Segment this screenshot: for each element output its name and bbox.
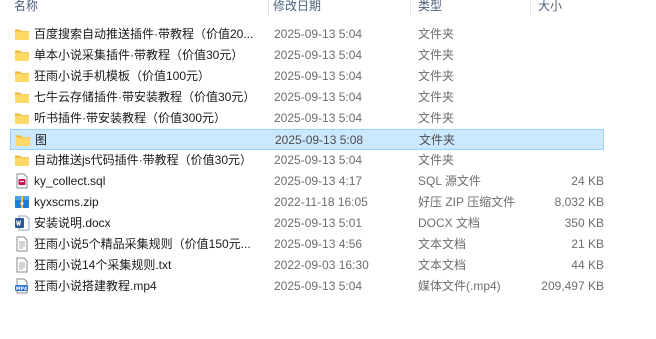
file-name: 安装说明.docx [34, 216, 111, 230]
file-name: 七牛云存储插件·带安装教程（价值30元） [34, 90, 256, 104]
folder-icon [14, 47, 30, 63]
file-row[interactable]: 安装说明.docx 2025-09-13 5:01 DOCX 文档 350 KB [10, 213, 604, 234]
column-header-bar: 名称 修改日期 类型 大小 [0, 0, 656, 16]
folder-icon [14, 110, 30, 126]
file-modified-date: 2022-11-18 16:05 [274, 195, 368, 209]
file-name: 单本小说采集插件·带教程（价值30元） [34, 48, 244, 62]
file-modified-date: 2025-09-13 5:08 [275, 133, 364, 147]
file-name: 图 [35, 133, 48, 147]
file-size [520, 24, 604, 45]
file-size [520, 87, 604, 108]
file-size: 24 KB [571, 174, 604, 188]
file-modified-date: 2025-09-13 4:56 [274, 237, 363, 251]
file-name: ky_collect.sql [34, 174, 106, 188]
file-size [520, 66, 604, 87]
sql-file-icon [14, 173, 30, 189]
file-row[interactable]: 图 2025-09-13 5:08 文件夹 [10, 129, 604, 150]
file-name: 自动推送js代码插件·带教程（价值30元） [34, 153, 253, 167]
file-row[interactable]: ky_collect.sql 2025-09-13 4:17 SQL 源文件 24 K… [10, 171, 604, 192]
file-size: 350 KB [564, 216, 604, 230]
file-modified-date: 2025-09-13 5:04 [274, 90, 363, 104]
file-size: 21 KB [571, 237, 604, 251]
folder-icon [14, 89, 30, 105]
file-row[interactable]: kyxscms.zip 2022-11-18 16:05 好压 ZIP 压缩文件 8,… [10, 192, 604, 213]
file-name: 听书插件·带安装教程（价值300元） [34, 111, 227, 125]
file-modified-date: 2025-09-13 5:04 [274, 69, 363, 83]
mp4-video-icon: MP4 [14, 278, 30, 294]
file-row[interactable]: 七牛云存储插件·带安装教程（价值30元） 2025-09-13 5:04 文件夹 [10, 87, 604, 108]
zip-archive-icon [14, 194, 30, 210]
file-modified-date: 2025-09-13 5:01 [274, 216, 363, 230]
file-modified-date: 2025-09-13 5:04 [274, 27, 363, 41]
folder-icon [15, 132, 31, 148]
file-row[interactable]: 自动推送js代码插件·带教程（价值30元） 2025-09-13 5:04 文件夹 [10, 150, 604, 171]
column-header-date[interactable]: 修改日期 [273, 0, 321, 15]
text-file-icon [14, 236, 30, 252]
column-divider[interactable] [410, 0, 411, 16]
file-row[interactable]: 百度搜索自动推送插件·带教程（价值20... 2025-09-13 5:04 文件夹 [10, 24, 604, 45]
file-row[interactable]: 狂雨小说手机模板（价值100元） 2025-09-13 5:04 文件夹 [10, 66, 604, 87]
folder-icon [14, 152, 30, 168]
column-divider[interactable] [530, 0, 531, 16]
file-modified-date: 2025-09-13 5:04 [274, 279, 363, 293]
file-name: 狂雨小说5个精品采集规则（价值150元... [34, 237, 251, 251]
file-size [521, 130, 605, 151]
column-divider[interactable] [268, 0, 269, 16]
text-file-icon [14, 257, 30, 273]
file-row[interactable]: 单本小说采集插件·带教程（价值30元） 2025-09-13 5:04 文件夹 [10, 45, 604, 66]
file-size: 8,032 KB [554, 195, 604, 209]
folder-icon [14, 26, 30, 42]
file-name: 狂雨小说手机模板（价值100元） [34, 69, 211, 83]
file-modified-date: 2022-09-03 16:30 [274, 258, 369, 272]
file-modified-date: 2025-09-13 4:17 [274, 174, 363, 188]
file-row[interactable]: MP4 狂雨小说搭建教程.mp4 2025-09-13 5:04 媒体文件(.mp4)… [10, 276, 604, 297]
file-modified-date: 2025-09-13 5:04 [274, 153, 363, 167]
column-header-type[interactable]: 类型 [418, 0, 442, 15]
file-size [520, 150, 604, 171]
file-modified-date: 2025-09-13 5:04 [274, 48, 363, 62]
word-document-icon [14, 215, 30, 231]
file-size: 209,497 KB [541, 279, 604, 293]
file-row[interactable]: 狂雨小说5个精品采集规则（价值150元... 2025-09-13 4:56 文本文… [10, 234, 604, 255]
file-name: 百度搜索自动推送插件·带教程（价值20... [34, 27, 254, 41]
file-size [520, 108, 604, 129]
folder-icon [14, 68, 30, 84]
column-header-size[interactable]: 大小 [538, 0, 562, 15]
file-size: 44 KB [571, 258, 604, 272]
column-header-name[interactable]: 名称 [14, 0, 38, 15]
file-name: 狂雨小说搭建教程.mp4 [34, 279, 157, 293]
file-row[interactable]: 狂雨小说14个采集规则.txt 2022-09-03 16:30 文本文档 44 KB [10, 255, 604, 276]
file-name: 狂雨小说14个采集规则.txt [34, 258, 172, 272]
file-size [520, 45, 604, 66]
file-name: kyxscms.zip [34, 195, 99, 209]
svg-text:MP4: MP4 [16, 286, 27, 292]
file-modified-date: 2025-09-13 5:04 [274, 111, 363, 125]
file-row[interactable]: 听书插件·带安装教程（价值300元） 2025-09-13 5:04 文件夹 [10, 108, 604, 129]
